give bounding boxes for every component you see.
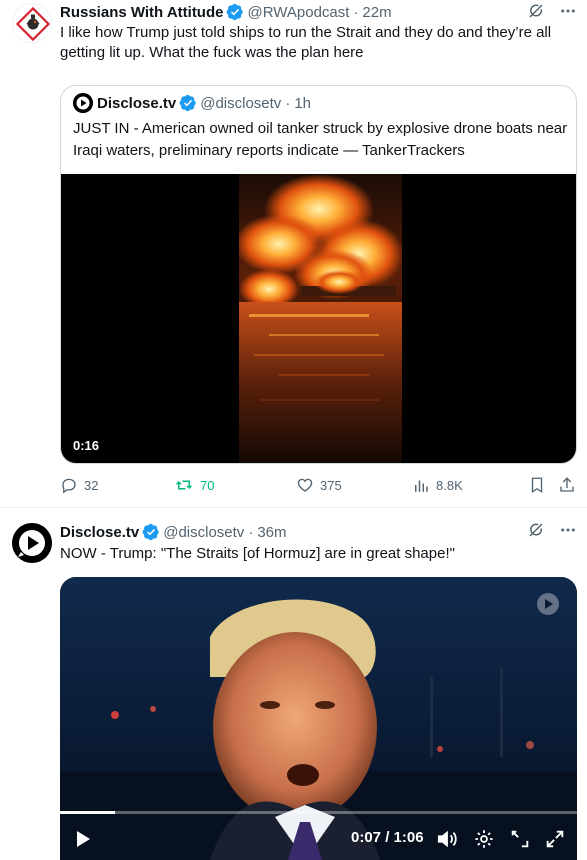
- bookmark-icon: [531, 477, 543, 494]
- video-progress-fill: [60, 811, 115, 814]
- video-thumbnail-tanker-fire: [239, 174, 402, 463]
- display-name[interactable]: Disclose.tv: [60, 524, 139, 541]
- user-handle[interactable]: @RWApodcast: [247, 4, 349, 21]
- share-icon: [560, 477, 574, 492]
- tweet-header: Disclose.tv @disclosetv · 36m: [60, 522, 287, 542]
- video-duration: 0:16: [73, 438, 100, 453]
- bookmark-button[interactable]: [528, 476, 546, 494]
- repost-icon: [175, 480, 193, 490]
- views-chart-icon: [415, 480, 428, 492]
- display-name[interactable]: Russians With Attitude: [60, 4, 223, 21]
- quoted-tweet[interactable]: Disclose.tv @disclosetv · 1h JUST IN - A…: [60, 85, 577, 464]
- quoted-user-handle[interactable]: @disclosetv: [200, 95, 281, 112]
- tweet-action-bar: 32 70 375 8.8K: [60, 476, 580, 498]
- grok-icon[interactable]: [527, 521, 545, 543]
- play-icon[interactable]: [74, 829, 92, 849]
- channel-watermark-icon: [537, 593, 559, 615]
- grok-icon[interactable]: [527, 2, 545, 24]
- reply-count: 32: [84, 477, 99, 493]
- verified-badge-icon: [142, 523, 159, 541]
- tweet-corner-actions: [527, 521, 577, 543]
- heart-icon: [297, 478, 313, 492]
- view-count: 8.8K: [436, 477, 463, 493]
- quoted-tweet-header: Disclose.tv @disclosetv · 1h: [73, 91, 311, 115]
- video-player[interactable]: 0:07 / 1:06: [60, 577, 577, 860]
- reply-icon: [62, 478, 76, 494]
- like-button[interactable]: 375: [296, 476, 342, 494]
- avatar-disclosetv[interactable]: [12, 523, 52, 563]
- video-controls: 0:07 / 1:06: [60, 823, 577, 853]
- like-count: 375: [320, 477, 342, 493]
- share-button[interactable]: [558, 476, 576, 494]
- tweet-rwapodcast[interactable]: Russians With Attitude @RWApodcast · 22m…: [0, 0, 587, 508]
- avatar-disclosetv-small: [73, 93, 93, 113]
- tweet-text: NOW - Trump: "The Straits [of Hormuz] ar…: [60, 545, 455, 562]
- reply-button[interactable]: 32: [60, 476, 98, 494]
- more-options-icon[interactable]: [559, 521, 577, 543]
- separator-dot: ·: [353, 3, 359, 21]
- quoted-timestamp: 1h: [294, 94, 311, 112]
- video-progress-bar[interactable]: [60, 811, 577, 814]
- quoted-video[interactable]: 0:16: [61, 174, 576, 463]
- more-options-icon[interactable]: [559, 2, 577, 24]
- video-time: 0:07 / 1:06: [351, 829, 424, 846]
- tweet-text: I like how Trump just told ships to run …: [60, 24, 552, 61]
- separator-dot: ·: [248, 523, 254, 541]
- quoted-display-name[interactable]: Disclose.tv: [97, 95, 176, 112]
- picture-in-picture-icon[interactable]: [509, 828, 531, 850]
- tweet-disclosetv[interactable]: Disclose.tv @disclosetv · 36m NOW - Trum…: [0, 509, 587, 860]
- volume-icon[interactable]: [436, 829, 458, 849]
- timestamp[interactable]: 22m: [362, 4, 391, 21]
- user-handle[interactable]: @disclosetv: [163, 524, 244, 541]
- settings-gear-icon[interactable]: [473, 828, 495, 850]
- verified-badge-icon: [227, 3, 244, 21]
- quoted-tweet-text: JUST IN - American owned oil tanker stru…: [73, 120, 568, 159]
- video-frame-speaker: [60, 577, 577, 860]
- repost-count: 70: [200, 477, 215, 493]
- timestamp[interactable]: 36m: [257, 524, 286, 541]
- tweet-header: Russians With Attitude @RWApodcast · 22m: [60, 2, 392, 22]
- fullscreen-icon[interactable]: [544, 828, 566, 850]
- avatar-rwapodcast[interactable]: [12, 3, 52, 43]
- repost-button[interactable]: 70: [174, 476, 214, 494]
- tweet-corner-actions: [527, 2, 577, 24]
- verified-badge-icon: [179, 94, 196, 112]
- separator-dot: ·: [285, 94, 291, 112]
- views-button[interactable]: 8.8K: [412, 476, 463, 494]
